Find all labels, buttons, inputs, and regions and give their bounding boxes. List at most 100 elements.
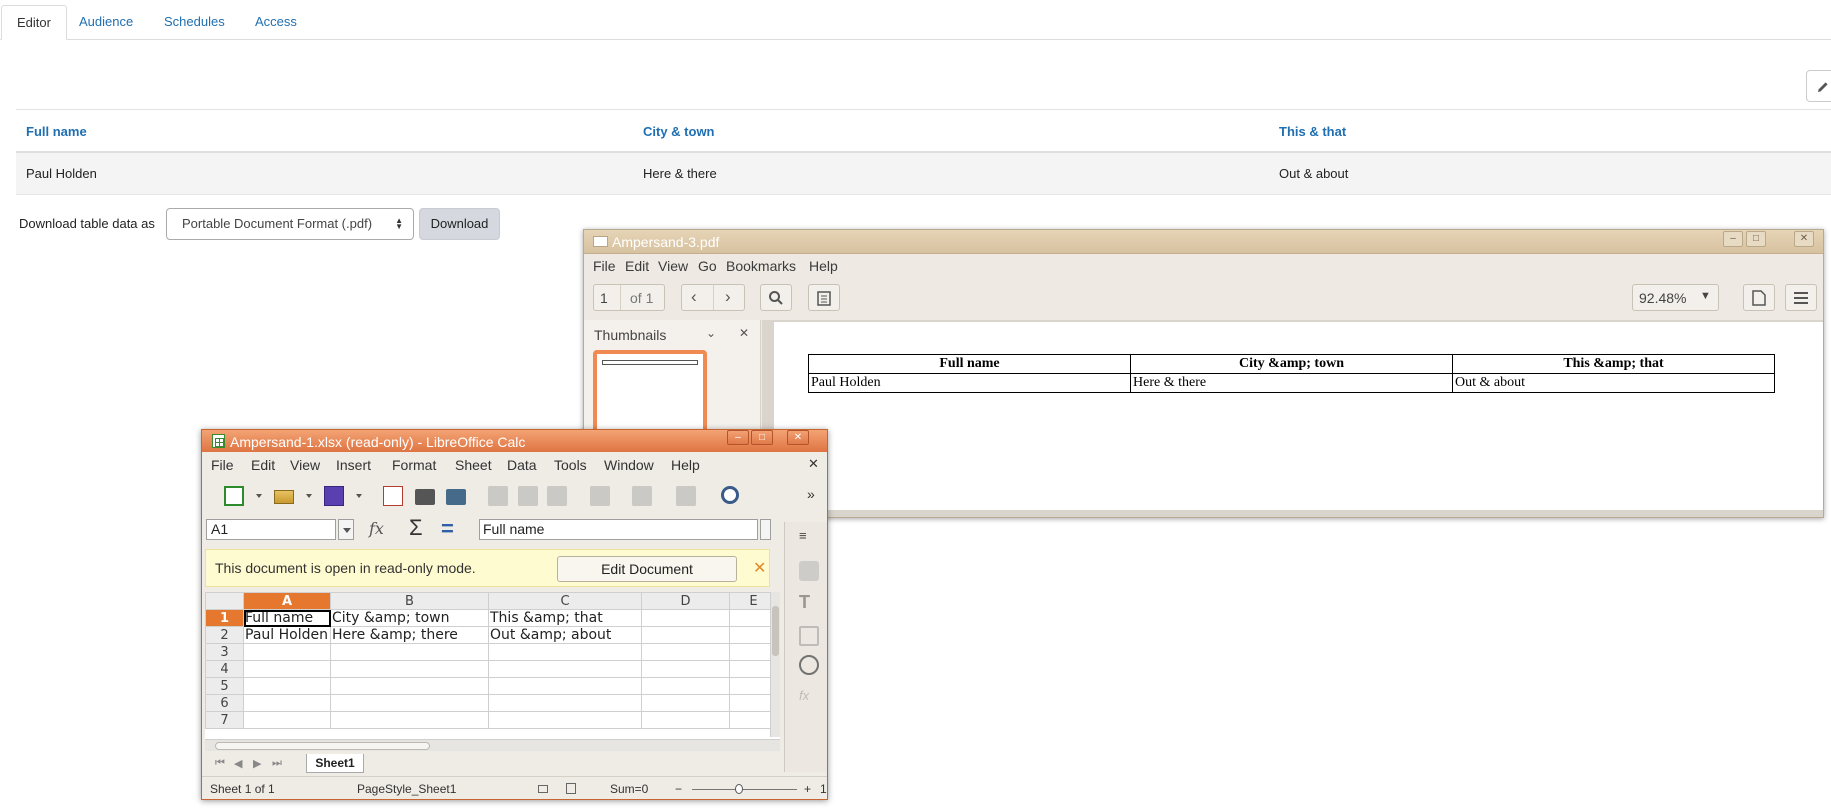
- menu-file[interactable]: File: [593, 258, 616, 274]
- selection-mode-icon[interactable]: [538, 785, 548, 793]
- column-header-this-that[interactable]: This & that: [1279, 124, 1346, 139]
- cell[interactable]: [330, 643, 489, 661]
- chevron-down-icon[interactable]: [338, 519, 354, 540]
- menu-insert[interactable]: Insert: [336, 457, 371, 473]
- minimize-icon[interactable]: –: [1723, 231, 1743, 247]
- zoom-select[interactable]: 92.48% ▼: [1632, 284, 1719, 311]
- print-preview-icon[interactable]: [446, 489, 466, 505]
- cell[interactable]: [243, 643, 331, 661]
- maximize-icon[interactable]: □: [1746, 231, 1766, 247]
- menu-file[interactable]: File: [211, 457, 234, 473]
- calc-titlebar[interactable]: Ampersand-1.xlsx (read-only) - LibreOffi…: [202, 430, 827, 452]
- menu-format[interactable]: Format: [392, 457, 436, 473]
- pdf-titlebar[interactable]: Ampersand-3.pdf – □ ✕: [584, 230, 1823, 254]
- cell[interactable]: [243, 694, 331, 712]
- first-sheet-icon[interactable]: ⏮: [215, 757, 225, 770]
- cell[interactable]: [641, 660, 730, 678]
- close-icon[interactable]: ✕: [1794, 231, 1814, 247]
- menu-sheet[interactable]: Sheet: [455, 457, 492, 473]
- print-icon[interactable]: [415, 489, 435, 505]
- previous-sheet-icon[interactable]: ◀: [234, 757, 242, 770]
- column-header[interactable]: A: [243, 592, 331, 610]
- column-header[interactable]: C: [488, 592, 642, 610]
- cell[interactable]: [641, 677, 730, 695]
- horizontal-scrollbar[interactable]: [205, 739, 780, 751]
- menu-go[interactable]: Go: [698, 258, 717, 274]
- cell[interactable]: [641, 711, 730, 729]
- formula-icon[interactable]: =: [441, 516, 454, 542]
- row-header[interactable]: 5: [205, 677, 244, 695]
- cell[interactable]: [243, 660, 331, 678]
- close-document-icon[interactable]: ✕: [808, 456, 819, 472]
- redo-icon[interactable]: [676, 486, 696, 506]
- scrollbar-thumb[interactable]: [772, 606, 779, 656]
- sidebar-menu-icon[interactable]: ≡: [799, 528, 807, 543]
- menu-window[interactable]: Window: [604, 457, 654, 473]
- navigator-icon[interactable]: [799, 655, 819, 675]
- next-page-icon[interactable]: ›: [725, 287, 731, 307]
- column-header-city-town[interactable]: City & town: [643, 124, 715, 139]
- open-folder-icon[interactable]: [274, 490, 294, 504]
- sum-icon[interactable]: Σ: [409, 515, 423, 541]
- cell[interactable]: [488, 660, 642, 678]
- chevron-down-icon[interactable]: [256, 494, 262, 498]
- menu-help[interactable]: Help: [671, 457, 700, 473]
- edit-button[interactable]: [1806, 70, 1831, 102]
- cell-b2[interactable]: Here &amp; there: [330, 626, 489, 644]
- corner-select-all[interactable]: [205, 592, 244, 610]
- clone-formatting-icon[interactable]: [590, 486, 610, 506]
- next-sheet-icon[interactable]: ▶: [253, 757, 261, 770]
- copy-icon[interactable]: [518, 486, 538, 506]
- cell[interactable]: [243, 711, 331, 729]
- zoom-slider[interactable]: [692, 789, 797, 790]
- export-pdf-icon[interactable]: [383, 486, 403, 506]
- zoom-percent[interactable]: 10: [820, 782, 827, 796]
- tab-access[interactable]: Access: [240, 5, 312, 40]
- close-icon[interactable]: ✕: [753, 558, 766, 578]
- column-header[interactable]: B: [330, 592, 489, 610]
- chevron-down-icon[interactable]: [306, 494, 312, 498]
- hamburger-menu-button[interactable]: [1785, 284, 1817, 311]
- menu-view[interactable]: View: [290, 457, 320, 473]
- gallery-icon[interactable]: [799, 626, 819, 646]
- new-document-icon[interactable]: [224, 486, 244, 506]
- minimize-icon[interactable]: –: [727, 430, 749, 445]
- cell[interactable]: [641, 694, 730, 712]
- cell-c1[interactable]: This &amp; that: [488, 609, 642, 627]
- zoom-slider-handle[interactable]: [735, 784, 743, 794]
- annotations-button[interactable]: [808, 284, 840, 311]
- cell[interactable]: [488, 711, 642, 729]
- cell[interactable]: [488, 694, 642, 712]
- row-header[interactable]: 6: [205, 694, 244, 712]
- row-header[interactable]: 4: [205, 660, 244, 678]
- functions-icon[interactable]: fx: [799, 688, 819, 708]
- cell-d2[interactable]: [641, 626, 730, 644]
- zoom-in-icon[interactable]: +: [804, 782, 811, 796]
- styles-icon[interactable]: T: [799, 592, 819, 612]
- cell[interactable]: [330, 677, 489, 695]
- tab-schedules[interactable]: Schedules: [149, 5, 240, 40]
- save-icon[interactable]: [324, 486, 344, 506]
- undo-icon[interactable]: [632, 486, 652, 506]
- menu-data[interactable]: Data: [507, 457, 537, 473]
- tab-editor[interactable]: Editor: [1, 5, 67, 40]
- page-style[interactable]: PageStyle_Sheet1: [357, 782, 456, 796]
- edit-document-button[interactable]: Edit Document: [557, 556, 737, 582]
- cell-a2[interactable]: Paul Holden: [243, 626, 331, 644]
- search-button[interactable]: [760, 284, 792, 311]
- more-options-icon[interactable]: »: [807, 486, 815, 502]
- cell-c2[interactable]: Out &amp; about: [488, 626, 642, 644]
- find-replace-icon[interactable]: [721, 486, 739, 504]
- chevron-down-icon[interactable]: [356, 494, 362, 498]
- cell-grid[interactable]: A B C D E 1 Full name City &amp; town Th…: [205, 592, 778, 729]
- document-properties-button[interactable]: [1743, 284, 1775, 311]
- spreadsheet-grid[interactable]: A B C D E 1 Full name City &amp; town Th…: [205, 592, 780, 739]
- menu-tools[interactable]: Tools: [554, 457, 587, 473]
- menu-edit[interactable]: Edit: [625, 258, 649, 274]
- function-wizard-icon[interactable]: fx: [369, 519, 384, 538]
- row-header[interactable]: 2: [205, 626, 244, 644]
- column-header[interactable]: D: [641, 592, 730, 610]
- page-number-field[interactable]: 1 of 1: [593, 284, 665, 311]
- scrollbar-thumb[interactable]: [215, 742, 430, 750]
- close-icon[interactable]: ✕: [739, 326, 749, 340]
